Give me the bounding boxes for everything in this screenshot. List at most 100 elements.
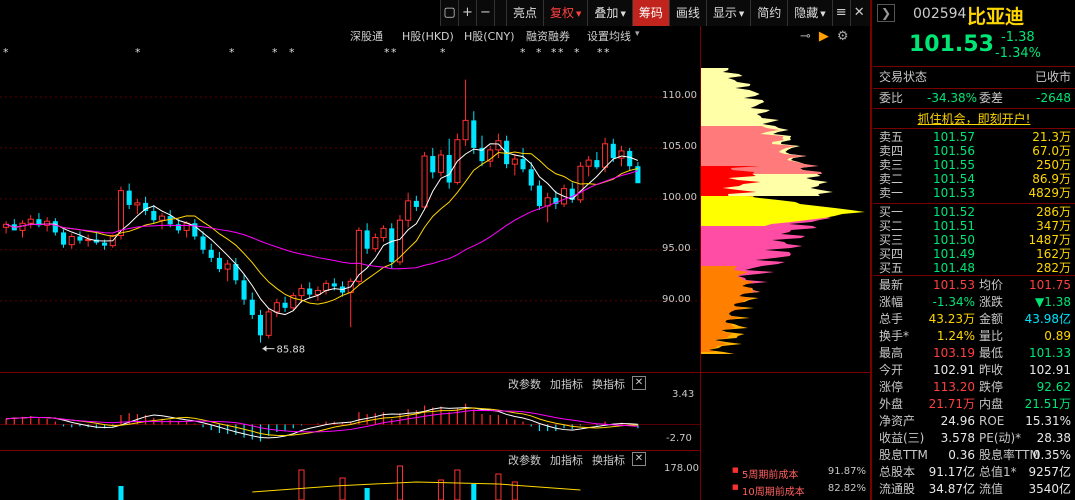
quote-value: 101.75 bbox=[1029, 278, 1071, 292]
toolbar-button-2[interactable]: 叠加 ▼ bbox=[587, 0, 631, 26]
candle-body bbox=[307, 288, 313, 295]
info-bar-item[interactable]: H股(CNY) bbox=[464, 28, 514, 44]
info-bar-item[interactable]: 设置均线 bbox=[587, 28, 631, 44]
toolbar-button-6[interactable]: 简约 bbox=[750, 0, 787, 26]
ask-volume: 67.0万 bbox=[1032, 144, 1071, 158]
price-tick-label: 105.00 bbox=[662, 140, 697, 152]
macd-panel-button[interactable]: 加指标 bbox=[550, 376, 583, 392]
square-icon[interactable]: ▢ bbox=[440, 0, 458, 26]
event-marker-icon: * bbox=[229, 46, 235, 59]
candle-body bbox=[265, 311, 272, 336]
panel-toggle-icon[interactable]: ❯ bbox=[877, 4, 895, 22]
candle-body bbox=[158, 215, 166, 221]
settings-arrow-icon[interactable]: ▾ bbox=[635, 29, 640, 39]
toolbar-button-7[interactable]: 隐藏 ▼ bbox=[787, 0, 831, 26]
candle-body bbox=[183, 222, 190, 231]
toolbar-button-label: 画线 bbox=[675, 6, 700, 20]
bid-row: 买一 101.52 286万 bbox=[873, 205, 1075, 219]
bid-label: 买五 bbox=[879, 261, 904, 275]
event-marker-icon: * bbox=[551, 46, 557, 59]
chip-ratio-icon[interactable]: ⊸ bbox=[800, 29, 811, 44]
volume-bar bbox=[298, 469, 305, 500]
bid-price: 101.50 bbox=[933, 233, 975, 247]
event-marker-icon: * bbox=[384, 46, 390, 59]
bid-label: 买二 bbox=[879, 219, 904, 233]
macd-tick-label: 3.43 bbox=[672, 389, 695, 400]
divider bbox=[873, 66, 1075, 67]
info-bar-item[interactable]: 融资融券 bbox=[526, 28, 570, 44]
close-icon[interactable]: ✕ bbox=[849, 0, 868, 26]
bid-volume: 1487万 bbox=[1028, 233, 1071, 247]
quote-label: 均价 bbox=[979, 278, 1004, 292]
quote-label: 净资产 bbox=[879, 414, 916, 428]
toolbar-button-0[interactable]: 亮点 bbox=[506, 0, 543, 26]
quote-value: 21.51万 bbox=[1024, 397, 1071, 411]
ask-label: 卖一 bbox=[879, 186, 904, 200]
plus-icon[interactable]: + bbox=[458, 0, 476, 26]
quote-label: 收益(三) bbox=[879, 431, 925, 445]
candle-body bbox=[68, 236, 75, 246]
quote-label: 最低 bbox=[979, 346, 1004, 360]
chip-play-icon[interactable]: ▶ bbox=[819, 29, 829, 44]
toolbar-button-label: 简约 bbox=[757, 6, 782, 20]
candle-body bbox=[273, 302, 280, 313]
chip-controls: ⊸ ▶ ⚙ bbox=[800, 26, 868, 46]
chip-legend-label: 5周期前成本 bbox=[742, 470, 799, 481]
quote-value: 91.17亿 bbox=[928, 465, 975, 479]
candle-body bbox=[134, 202, 141, 206]
quote-label: 流值 bbox=[979, 482, 1004, 496]
toolbar-button-1[interactable]: 复权 ▼ bbox=[543, 0, 587, 26]
candle-body bbox=[462, 119, 469, 141]
info-bar-item[interactable]: 深股通 bbox=[350, 28, 383, 44]
weicha-value: -2648 bbox=[1036, 91, 1071, 105]
quote-value: 103.19 bbox=[933, 346, 975, 360]
minus-icon[interactable]: − bbox=[476, 0, 494, 26]
toolbar-spacer bbox=[494, 0, 506, 26]
chip-legend: ■ 5周期前成本 91.87% ■ 10周期前成本 82.82% bbox=[732, 466, 868, 500]
quote-row: 流通股 34.87亿 流值 3540亿 bbox=[873, 481, 1075, 498]
quote-value: 0.89 bbox=[1044, 329, 1071, 343]
info-bar-item[interactable]: H股(HKD) bbox=[402, 28, 454, 44]
toolbar-button-label: 亮点 bbox=[513, 6, 538, 20]
candle-body bbox=[585, 159, 592, 167]
price-tick-label: 110.00 bbox=[662, 89, 697, 101]
quote-label: 股息TTM bbox=[879, 448, 928, 462]
toolbar-button-label: 筹码 bbox=[638, 6, 663, 20]
weicha-label: 委差 bbox=[979, 91, 1004, 105]
macd-line bbox=[6, 407, 638, 439]
candle-body bbox=[380, 227, 387, 239]
menu-icon[interactable]: ≡ bbox=[831, 0, 850, 26]
volume-bar bbox=[339, 477, 346, 500]
toolbar-button-label: 复权 bbox=[550, 6, 575, 20]
candle-body bbox=[52, 221, 58, 233]
quote-row: 总手 43.23万 金额 43.98亿 bbox=[873, 311, 1075, 328]
toolbar-button-label: 叠加 bbox=[594, 6, 619, 20]
bid-volume: 347万 bbox=[1036, 219, 1071, 233]
macd-panel-button[interactable]: 改参数 bbox=[508, 376, 541, 392]
quote-row: 股息TTM 0.36 股息率TTM 0.35% bbox=[873, 447, 1075, 464]
candle-body bbox=[298, 287, 305, 297]
macd-panel-button[interactable]: 换指标 bbox=[592, 376, 625, 392]
promo-link[interactable]: 抓住机会，即刻开户! bbox=[873, 110, 1075, 127]
ask-price: 101.54 bbox=[933, 172, 975, 186]
candle-body bbox=[208, 249, 214, 258]
chip-legend-row: ■ 10周期前成本 82.82% bbox=[732, 483, 868, 499]
chip-settings-icon[interactable]: ⚙ bbox=[837, 29, 849, 44]
quote-value: 28.38 bbox=[1036, 431, 1071, 445]
quote-label: 昨收 bbox=[979, 363, 1004, 377]
chip-distribution-chart bbox=[701, 68, 865, 354]
event-marker-icon: * bbox=[597, 46, 603, 59]
chart-toolbar: ▢ + − 亮点 复权 ▼ 叠加 ▼ 筹码 画线 显示 ▼ 简约 隐藏 ▼ ≡ ✕ bbox=[440, 0, 870, 26]
event-marker-icon: * bbox=[558, 46, 564, 59]
quote-label: 今开 bbox=[879, 363, 904, 377]
quote-value: 34.87亿 bbox=[928, 482, 975, 496]
quote-value: 101.53 bbox=[933, 278, 975, 292]
toolbar-button-5[interactable]: 显示 ▼ bbox=[705, 0, 750, 26]
quote-value: 0.35% bbox=[1032, 448, 1071, 462]
ask-price: 101.53 bbox=[933, 186, 975, 200]
info-bar: 深股通 H股(HKD) H股(CNY) 融资融券 设置均线 ▾ bbox=[0, 26, 700, 46]
event-marker-icon: * bbox=[520, 46, 526, 59]
toolbar-button-4[interactable]: 画线 bbox=[668, 0, 706, 26]
toolbar-button-3[interactable]: 筹码 bbox=[631, 0, 669, 26]
quote-value: 3.578 bbox=[940, 431, 975, 445]
